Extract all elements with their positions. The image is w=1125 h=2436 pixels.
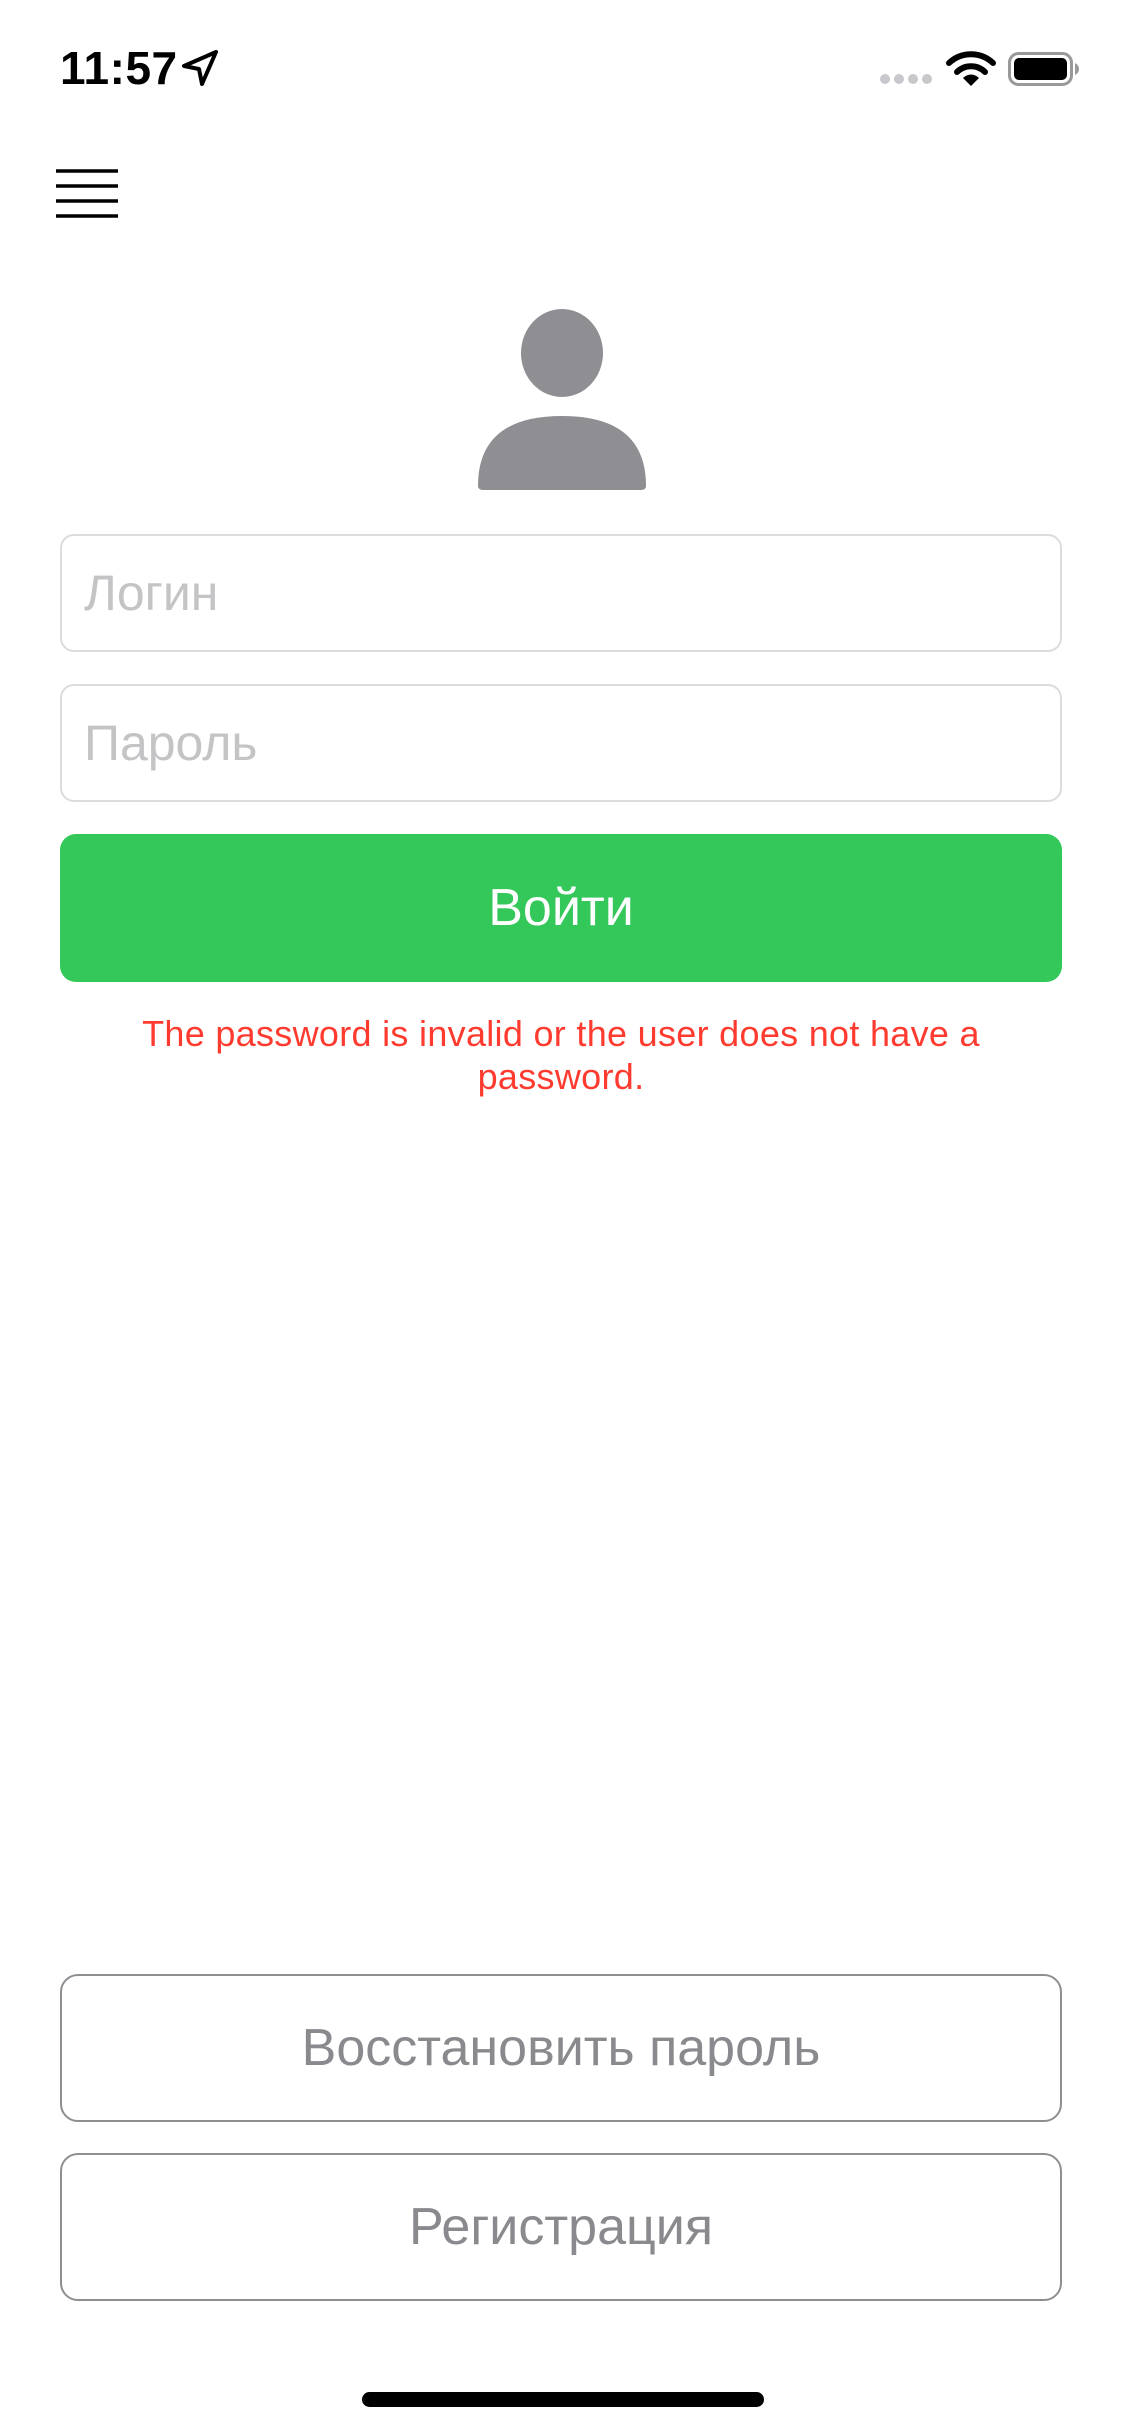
password-field[interactable] xyxy=(60,684,1062,802)
login-button[interactable]: Войти xyxy=(60,834,1062,982)
wifi-icon xyxy=(946,51,996,86)
login-input[interactable] xyxy=(62,536,1060,650)
register-button[interactable]: Регистрация xyxy=(60,2153,1062,2301)
status-bar: 11:57 xyxy=(0,0,1125,140)
menu-icon xyxy=(56,169,118,218)
error-message: The password is invalid or the user does… xyxy=(142,1013,980,1097)
signal-icon xyxy=(880,74,934,86)
user-avatar-icon xyxy=(478,309,646,490)
menu-button[interactable] xyxy=(50,165,130,235)
home-indicator[interactable] xyxy=(362,2392,764,2407)
battery-icon xyxy=(1008,52,1079,86)
login-field[interactable] xyxy=(60,534,1062,652)
restore-password-button[interactable]: Восстановить пароль xyxy=(60,1974,1062,2122)
status-time: 11:57 xyxy=(60,42,178,94)
password-input[interactable] xyxy=(62,686,1060,800)
location-arrow-icon xyxy=(182,50,218,86)
